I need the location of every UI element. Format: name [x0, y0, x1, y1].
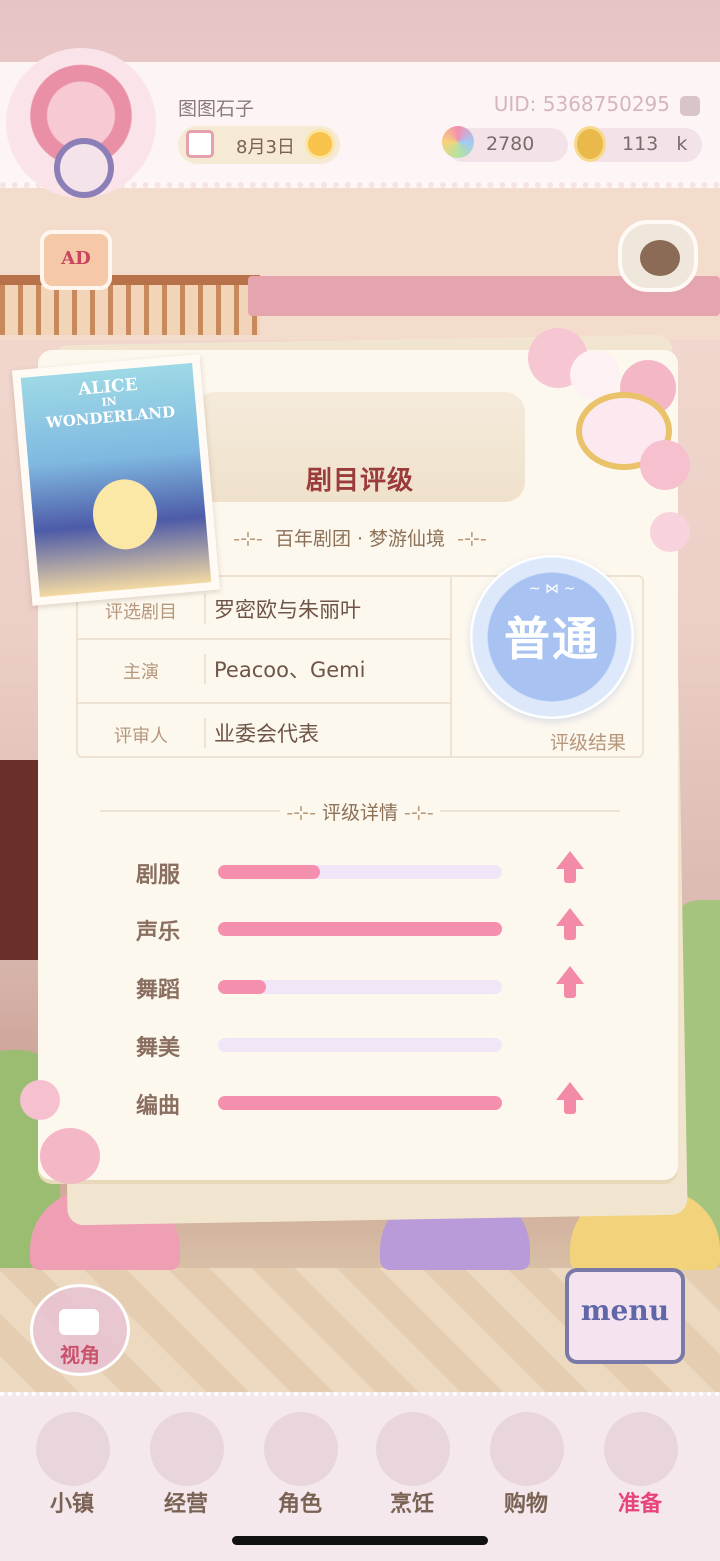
- info-value: 业委会代表: [214, 722, 319, 746]
- poster-title: ALICE IN WONDERLAND: [45, 374, 176, 432]
- stat-row: 舞美: [100, 1026, 620, 1066]
- stat-bar-track: [218, 980, 502, 994]
- rose-decoration: [640, 440, 690, 490]
- row-divider: [204, 718, 206, 748]
- balcony-railing: [0, 275, 260, 335]
- player-avatar[interactable]: [6, 48, 156, 198]
- info-row-judge: 评审人 业委会代表: [78, 702, 452, 762]
- alice-figure: [90, 476, 160, 552]
- stat-bar-track: [218, 1038, 502, 1052]
- coin-counter[interactable]: 113 k: [574, 126, 702, 162]
- ad-label: AD: [61, 248, 91, 269]
- stat-bar-track: [218, 865, 502, 879]
- menu-label: menu: [580, 1294, 670, 1327]
- info-label: 评选剧目: [105, 602, 177, 623]
- info-value: Peacoo、Gemi: [214, 658, 366, 682]
- stat-bar-fill: [218, 1096, 502, 1110]
- player-uid: UID: 5368750295: [493, 92, 670, 116]
- cake-icon: [376, 1412, 450, 1486]
- gem-icon: [442, 126, 474, 158]
- shopping-bag-icon: [490, 1412, 564, 1486]
- stat-label: 舞蹈: [136, 978, 181, 1003]
- stat-row: 舞蹈: [100, 966, 620, 1008]
- view-label: 视角: [60, 1343, 100, 1367]
- poster-art: ALICE IN WONDERLAND: [20, 362, 212, 598]
- up-arrow-icon: [556, 966, 584, 1000]
- up-arrow-icon: [556, 1082, 584, 1116]
- row-divider: [204, 654, 206, 684]
- lock-bag-icon: [150, 1412, 224, 1486]
- nav-label: 角色: [277, 1492, 322, 1517]
- rose-decoration: [40, 1128, 100, 1184]
- picnic-basket-icon: [604, 1412, 678, 1486]
- nav-item-2[interactable]: 经营: [130, 1406, 242, 1517]
- nav-item-6[interactable]: 准备: [584, 1406, 696, 1517]
- stat-row: 剧服: [100, 851, 620, 893]
- camera-icon: [59, 1309, 99, 1335]
- rose-decoration: [650, 512, 690, 552]
- player-name: 图图石子: [178, 98, 255, 120]
- stat-label: 舞美: [136, 1036, 181, 1061]
- rating-result-value: 普通: [504, 612, 600, 666]
- details-title: -⊹- 评级详情 -⊹-: [286, 802, 434, 824]
- ad-button[interactable]: AD: [40, 230, 112, 290]
- stat-label: 声乐: [136, 920, 181, 945]
- nav-item-5[interactable]: 购物: [470, 1406, 582, 1517]
- nav-item-3[interactable]: 角色: [244, 1406, 356, 1517]
- row-divider: [204, 594, 206, 624]
- nav-item-1[interactable]: 小镇: [16, 1406, 128, 1517]
- stat-row: 编曲: [100, 1082, 620, 1124]
- date-pill[interactable]: 8月3日: [178, 126, 340, 164]
- menu-book-button[interactable]: menu: [565, 1268, 685, 1364]
- gem-counter[interactable]: 2780: [442, 126, 568, 162]
- nav-item-4[interactable]: 烹饪: [356, 1406, 468, 1517]
- stat-label: 编曲: [136, 1094, 181, 1119]
- rating-result-label: 评级结果: [550, 732, 627, 754]
- rose-decoration: [20, 1080, 60, 1120]
- character-icon: [264, 1412, 338, 1486]
- date-text: 8月3日: [236, 137, 295, 158]
- cat-icon: [640, 240, 680, 276]
- stat-bar-track: [218, 1096, 502, 1110]
- stat-label: 剧服: [136, 863, 181, 888]
- coin-icon: [574, 126, 606, 162]
- coin-count: 113 k: [622, 133, 688, 155]
- stat-bar-fill: [218, 865, 320, 879]
- camera-view-button[interactable]: 视角: [30, 1284, 130, 1376]
- calendar-icon: [186, 130, 214, 158]
- nav-label: 准备: [617, 1492, 662, 1517]
- info-label: 评审人: [114, 726, 168, 747]
- cat-chat-button[interactable]: [618, 220, 698, 292]
- rating-result-badge: ~ ⋈ ~ 普通: [470, 555, 634, 719]
- home-indicator: [232, 1536, 488, 1545]
- nav-label: 经营: [163, 1492, 208, 1517]
- up-arrow-icon: [556, 851, 584, 885]
- avatar-face: [54, 138, 114, 198]
- stage-curtain: [0, 760, 40, 960]
- nav-label: 烹饪: [389, 1492, 434, 1517]
- sun-icon: [308, 132, 332, 156]
- stat-bar-fill: [218, 922, 502, 936]
- nav-label: 购物: [503, 1492, 548, 1517]
- gem-count: 2780: [486, 133, 535, 155]
- stat-bar-track: [218, 922, 502, 936]
- copy-icon[interactable]: [680, 96, 700, 116]
- play-poster: ALICE IN WONDERLAND: [12, 354, 220, 606]
- up-arrow-icon: [556, 908, 584, 942]
- info-row-cast: 主演 Peacoo、Gemi: [78, 638, 452, 698]
- map-icon: [36, 1412, 110, 1486]
- info-value: 罗密欧与朱丽叶: [214, 598, 361, 622]
- info-label: 主演: [123, 662, 159, 683]
- stat-row: 声乐: [100, 908, 620, 950]
- nav-label: 小镇: [49, 1492, 94, 1517]
- bow-icon: ~ ⋈ ~: [528, 581, 576, 597]
- stat-bar-fill: [218, 980, 266, 994]
